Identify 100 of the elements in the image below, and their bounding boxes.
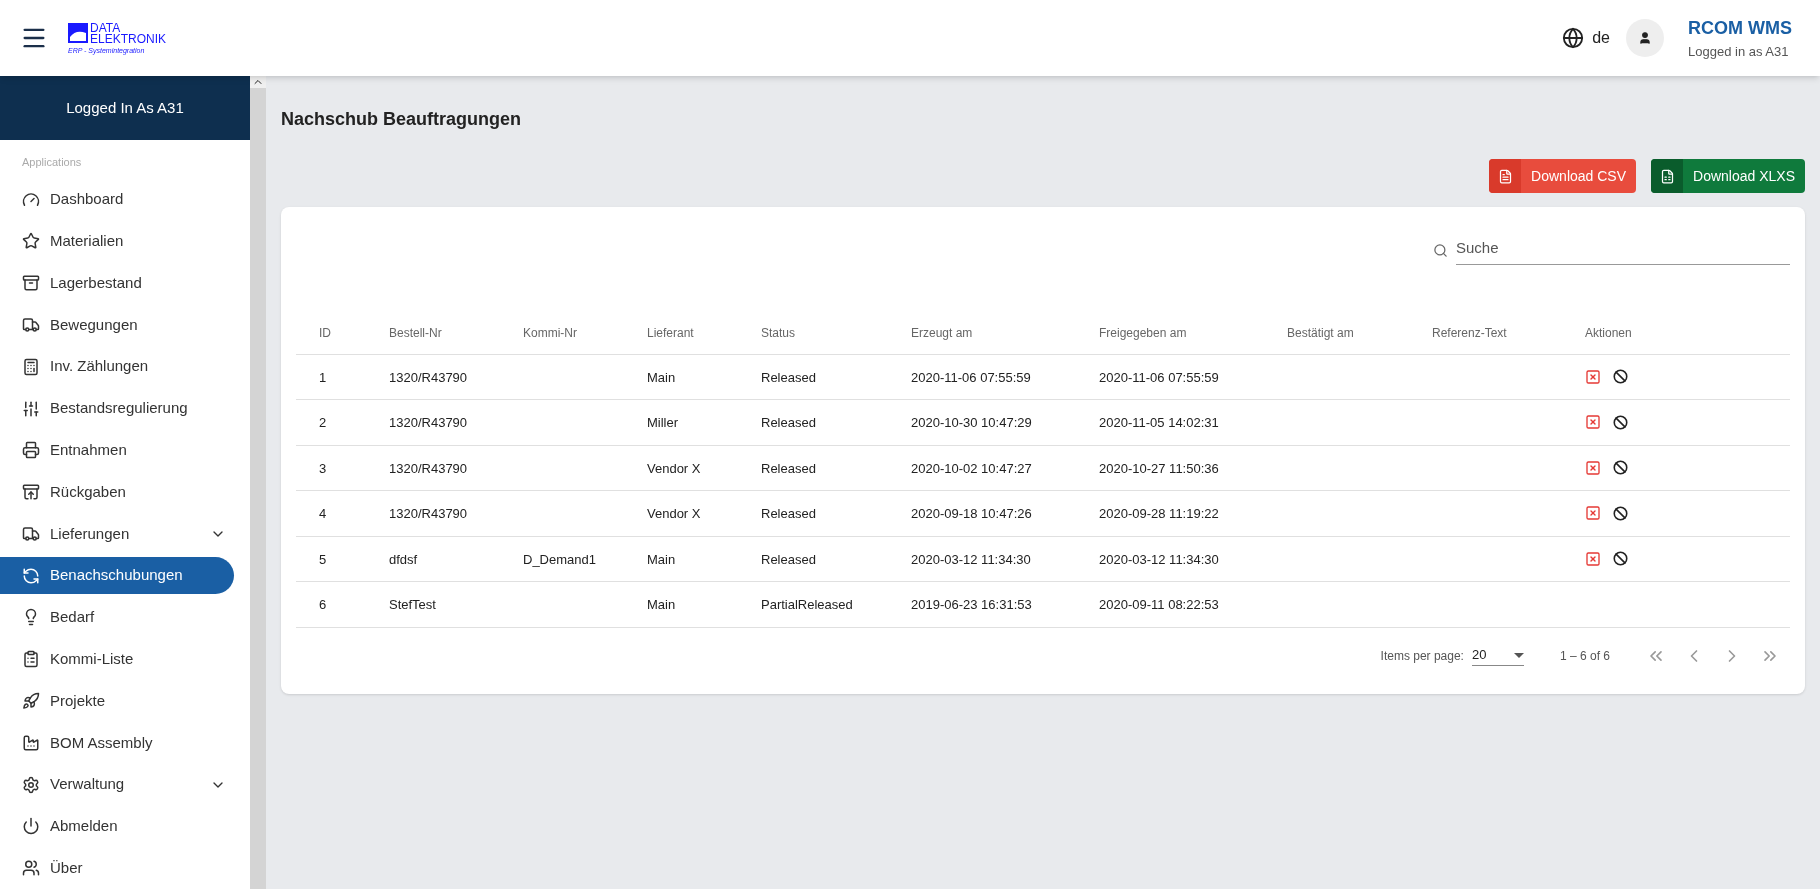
column-header[interactable]: Kommi-Nr [523, 326, 577, 340]
table-cell: 2020-10-30 10:47:29 [911, 415, 1032, 431]
page-range: 1 – 6 of 6 [1559, 647, 1610, 665]
sidebar-item[interactable]: Dashboard [0, 181, 250, 219]
scroll-up-icon[interactable] [250, 76, 266, 88]
language-label[interactable]: de [1592, 26, 1610, 50]
table-cell: StefTest [389, 597, 436, 613]
cancel-icon[interactable] [1613, 414, 1628, 430]
table-cell: 1320/R43790 [389, 506, 468, 522]
page-size-select[interactable]: 20 [1471, 645, 1524, 666]
table-cell: Main [647, 369, 676, 385]
table-cell: 6 [319, 597, 327, 613]
column-header[interactable]: Bestell-Nr [389, 326, 442, 340]
table-cell: 2020-09-28 11:19:22 [1099, 506, 1219, 522]
sidebar-item[interactable]: Lagerbestand [0, 264, 250, 302]
calculator-icon [22, 357, 40, 376]
scrollbar[interactable] [250, 76, 266, 889]
users-icon [22, 859, 40, 878]
sidebar-item[interactable]: Bedarf [0, 598, 250, 636]
column-header[interactable]: Aktionen [1585, 326, 1632, 340]
table-cell: Main [647, 597, 676, 613]
spreadsheet-icon [1659, 168, 1675, 184]
search-field[interactable]: Suche [1456, 237, 1790, 265]
column-header[interactable]: Erzeugt am [911, 326, 973, 340]
power-icon [22, 817, 40, 836]
column-header[interactable]: Referenz-Text [1432, 326, 1507, 340]
table-cell: 2020-11-06 07:55:59 [1099, 369, 1219, 385]
sidebar-item[interactable]: Bestandsregulierung [0, 390, 250, 427]
table-cell: Released [761, 460, 816, 476]
table-cell: 2020-09-18 10:47:26 [911, 506, 1032, 522]
column-header[interactable]: ID [319, 326, 331, 340]
table-cell: Released [761, 551, 816, 567]
table-cell: Released [761, 415, 816, 431]
table-cell: 2020-03-12 11:34:30 [1099, 551, 1219, 567]
cancel-icon[interactable] [1613, 551, 1628, 567]
table-cell: Released [761, 369, 816, 385]
page-title: Nachschub Beauftragungen [281, 108, 523, 131]
factory-icon [22, 733, 40, 752]
download-button[interactable]: Download XLXS [1651, 159, 1805, 193]
table-cell: 2020-10-27 11:50:36 [1099, 460, 1219, 476]
table-cell: 2020-09-11 08:22:53 [1099, 597, 1219, 613]
delete-icon[interactable] [1585, 414, 1601, 431]
user-status: Logged in as A31 [1688, 42, 1790, 61]
sidebar-item[interactable]: Benachschubungen [0, 557, 234, 595]
download-button[interactable]: Download CSV [1489, 159, 1637, 193]
sidebar-item[interactable]: Projekte [0, 682, 250, 720]
sidebar-item[interactable]: Kommi-Liste [0, 640, 250, 678]
delete-icon[interactable] [1585, 459, 1601, 476]
column-header[interactable]: Bestätigt am [1287, 326, 1354, 340]
sidebar-item[interactable]: Über [0, 849, 250, 887]
table-cell: 4 [319, 506, 327, 522]
table-cell: Vendor X [647, 460, 701, 476]
sidebar-item[interactable]: Rückgaben [0, 473, 250, 511]
document-icon [1497, 168, 1513, 184]
sidebar-item[interactable]: Materialien [0, 222, 250, 260]
sidebar-item[interactable]: Bewegungen [0, 306, 250, 344]
table-cell: 1320/R43790 [389, 415, 468, 431]
search-icon [1433, 243, 1448, 259]
column-header[interactable]: Status [761, 326, 796, 340]
sidebar-item[interactable]: Abmelden [0, 807, 250, 845]
clipboard-icon [22, 650, 40, 669]
sidebar-item[interactable]: Verwaltung [0, 766, 250, 804]
table-cell: 1320/R43790 [389, 369, 468, 385]
sidebar-item[interactable]: Lieferungen [0, 515, 250, 553]
table-cell: Miller [647, 415, 679, 431]
cancel-icon[interactable] [1613, 505, 1628, 521]
box-icon [22, 483, 40, 502]
sidebar-item[interactable]: BOM Assembly [0, 724, 250, 762]
star-icon [22, 232, 40, 251]
dropdown-arrow-icon [1513, 652, 1524, 658]
globe-icon[interactable] [1562, 27, 1585, 49]
column-header[interactable]: Lieferant [647, 326, 694, 340]
table-cell: 1320/R43790 [389, 460, 468, 476]
logo-mark-icon [68, 22, 88, 43]
table-cell: 2020-10-02 10:47:27 [911, 460, 1032, 476]
table-cell: 2020-03-12 11:34:30 [911, 551, 1031, 567]
table-cell: 2020-11-06 07:55:59 [911, 369, 1031, 385]
table-cell: 5 [319, 551, 327, 567]
sliders-icon [22, 399, 40, 418]
column-header[interactable]: Freigegeben am [1099, 326, 1187, 340]
truck-icon [22, 315, 40, 334]
sidebar-item[interactable]: Inv. Zählungen [0, 348, 250, 386]
sidebar-item[interactable]: Entnahmen [0, 431, 250, 469]
cancel-icon[interactable] [1613, 460, 1628, 476]
table-cell: PartialReleased [761, 597, 853, 613]
table-cell: D_Demand1 [523, 551, 596, 567]
page-size-label: Items per page: [1380, 647, 1464, 665]
truck-icon [22, 524, 40, 543]
table-cell: 2019-06-23 16:31:53 [911, 597, 1032, 613]
section-label: Applications [21, 155, 83, 171]
app-name: RCOM WMS [1688, 16, 1792, 40]
table-cell: Released [761, 506, 816, 522]
delete-icon[interactable] [1585, 505, 1601, 522]
cancel-icon[interactable] [1613, 369, 1628, 385]
delete-icon[interactable] [1585, 550, 1601, 567]
table-cell: 2020-11-05 14:02:31 [1099, 415, 1219, 431]
avatar[interactable] [1626, 19, 1664, 57]
table-cell: dfdsf [389, 551, 418, 567]
delete-icon[interactable] [1585, 368, 1601, 385]
printer-icon [22, 441, 40, 460]
